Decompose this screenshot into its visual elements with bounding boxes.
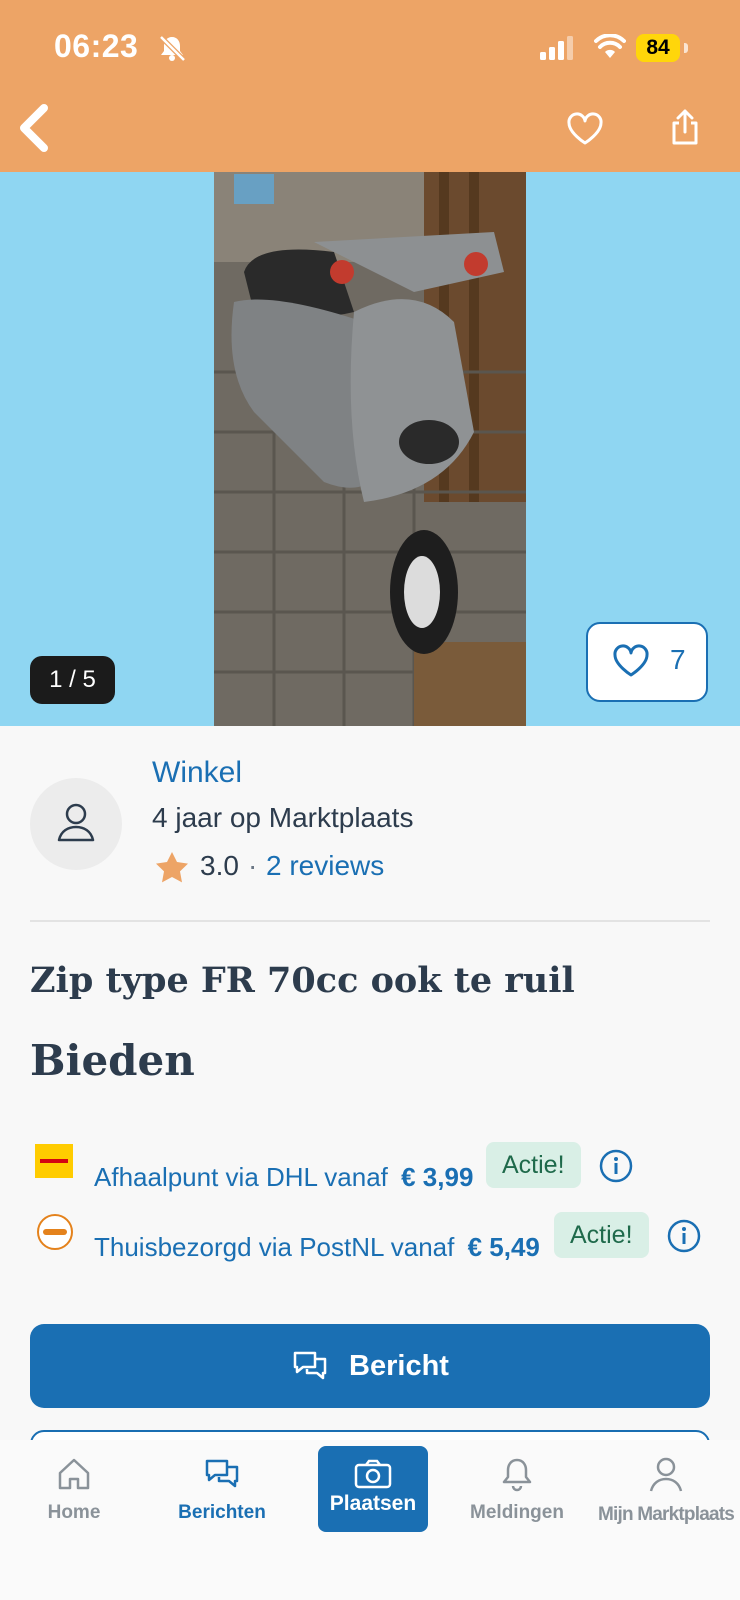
battery-level: 84: [636, 34, 680, 62]
status-time: 06:23: [54, 28, 139, 64]
info-icon[interactable]: [598, 1148, 634, 1184]
nav-home-label: Home: [47, 1502, 101, 1523]
user-icon: [57, 803, 95, 842]
nav-place-ad[interactable]: Plaatsen: [318, 1446, 428, 1532]
shipping-option-dhl: Afhaalpunt via DHL vanaf € 3,99 Actie!: [30, 1142, 720, 1202]
shipping-label: Afhaalpunt via DHL vanaf: [94, 1162, 388, 1192]
shipping-option-postnl: Thuisbezorgd via PostNL vanaf € 5,49 Act…: [30, 1212, 720, 1272]
nav-messages[interactable]: Berichten: [148, 1440, 296, 1524]
seller-rating: 3.0: [200, 850, 239, 881]
nav-notifications-label: Meldingen: [470, 1502, 564, 1523]
heart-icon: [613, 644, 649, 677]
nav-my-marktplaats[interactable]: Mijn Marktplaats: [592, 1440, 740, 1526]
battery-tip: [684, 43, 688, 53]
listing-title: Zip type FR 70cc ook te ruil: [30, 960, 575, 1001]
photo-gallery[interactable]: 1 / 5 7: [0, 172, 740, 726]
seller-avatar[interactable]: [30, 778, 122, 870]
nav-my-label: Mijn Marktplaats: [597, 1504, 735, 1525]
wifi-icon: [594, 34, 626, 58]
info-icon[interactable]: [666, 1218, 702, 1254]
shipping-label: Thuisbezorgd via PostNL vanaf: [94, 1232, 455, 1262]
top-bar: 06:23 84: [0, 0, 740, 172]
nav-messages-label: Berichten: [178, 1502, 266, 1523]
seller-name[interactable]: Winkel: [152, 756, 242, 790]
star-icon: [156, 852, 188, 883]
back-icon[interactable]: [16, 104, 50, 152]
divider: [30, 920, 710, 922]
like-button[interactable]: 7: [586, 622, 708, 702]
favorite-icon[interactable]: [566, 112, 604, 146]
listing-photo[interactable]: [214, 172, 526, 726]
message-button[interactable]: Bericht: [30, 1324, 710, 1408]
chat-icon: [205, 1459, 239, 1488]
nav-place-label: Plaatsen: [329, 1492, 417, 1515]
chat-icon: [293, 1351, 327, 1380]
share-icon[interactable]: [670, 108, 700, 146]
shipping-price: € 3,99: [401, 1162, 474, 1192]
photo-counter: 1 / 5: [30, 656, 115, 704]
dhl-logo: [35, 1144, 73, 1178]
listing-price: Bieden: [30, 1036, 195, 1085]
signal-icon: [540, 36, 573, 60]
nav-notifications[interactable]: Meldingen: [443, 1440, 591, 1524]
seller-since: 4 jaar op Marktplaats: [152, 802, 414, 833]
reviews-link[interactable]: 2 reviews: [266, 850, 384, 882]
profile-icon: [649, 1457, 683, 1492]
message-button-label: Bericht: [349, 1349, 449, 1382]
promo-badge: Actie!: [486, 1142, 581, 1188]
camera-icon: [354, 1459, 392, 1489]
shipping-price: € 5,49: [467, 1232, 540, 1262]
nav-home[interactable]: Home: [0, 1440, 148, 1524]
promo-badge: Actie!: [554, 1212, 649, 1258]
home-icon: [58, 1458, 90, 1490]
like-count: 7: [670, 644, 686, 675]
bottom-navigation: Home Berichten Plaatsen Meldingen Mijn M…: [0, 1440, 740, 1600]
bell-icon: [502, 1458, 532, 1492]
bell-muted-icon: [159, 35, 186, 62]
postnl-logo: [37, 1214, 73, 1250]
rating-separator: ·: [248, 850, 258, 881]
